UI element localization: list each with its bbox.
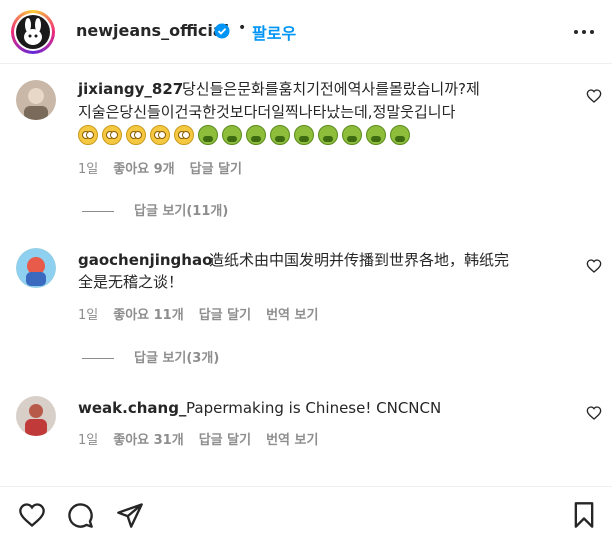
comment-username[interactable]: weak.chang_: [78, 399, 186, 417]
heart-icon[interactable]: [586, 88, 602, 104]
avatar-border: [14, 13, 52, 51]
comment-text: Papermaking is Chinese! CNCNCN: [186, 399, 442, 417]
comment-meta: 1일 좋아요 11개 답글 달기 번역 보기: [78, 304, 318, 323]
nauseated-face-icon: [222, 124, 242, 145]
comment-time[interactable]: 1일: [78, 304, 98, 323]
like-heart-icon[interactable]: [18, 501, 46, 529]
face-with-rolling-eyes-icon: [78, 124, 98, 145]
comment-time[interactable]: 1일: [78, 158, 98, 177]
heart-icon[interactable]: [586, 405, 602, 421]
nauseated-face-icon: [270, 124, 290, 145]
profile-username[interactable]: newjeans_official: [76, 21, 229, 40]
translate-button[interactable]: 번역 보기: [266, 429, 318, 448]
translate-button[interactable]: 번역 보기: [266, 304, 318, 323]
avatar-image: [16, 248, 56, 288]
comment-time[interactable]: 1일: [78, 429, 98, 448]
comment-username[interactable]: jixiangy_827: [78, 80, 183, 98]
bunny-logo-icon: [24, 18, 42, 45]
post-header: newjeans_official • 팔로우: [0, 0, 612, 64]
comment-text-line2: 지술은당신들이건국한것보다더일찍나타났는데,정말웃깁니다: [78, 103, 456, 121]
comment-avatar[interactable]: [16, 80, 56, 120]
face-with-rolling-eyes-icon: [126, 124, 146, 145]
bookmark-icon[interactable]: [570, 501, 598, 529]
avatar-image: [16, 15, 50, 49]
comment-likes[interactable]: 좋아요 11개: [113, 304, 183, 323]
view-replies-button[interactable]: 답글 보기(3개): [82, 347, 219, 366]
comment-text-line2: 全是无稽之谈！: [78, 273, 184, 291]
profile-avatar[interactable]: [11, 10, 55, 54]
comment-meta: 1일 좋아요 31개 답글 달기 번역 보기: [78, 429, 318, 448]
view-replies-button[interactable]: 답글 보기(11개): [82, 200, 228, 219]
follow-button[interactable]: 팔로우: [252, 20, 296, 44]
comment-avatar[interactable]: [16, 248, 56, 288]
verified-badge-icon: [214, 23, 230, 39]
comment-avatar[interactable]: [16, 396, 56, 436]
face-with-rolling-eyes-icon: [102, 124, 122, 145]
nauseated-face-icon: [246, 124, 266, 145]
reply-button[interactable]: 답글 달기: [199, 304, 251, 323]
post-action-bar: [0, 486, 612, 544]
reply-button[interactable]: 답글 달기: [190, 158, 242, 177]
nauseated-face-icon: [366, 124, 386, 145]
nauseated-face-icon: [198, 124, 218, 145]
nauseated-face-icon: [318, 124, 338, 145]
nauseated-face-icon: [294, 124, 314, 145]
comment-text-line1: 당신들은문화를훔치기전에역사를몰랐습니까?제: [182, 80, 480, 98]
comment-meta: 1일 좋아요 9개 답글 달기: [78, 158, 242, 177]
comment-text-line1: 造纸术由中国发明并传播到世界各地，韩纸完: [209, 251, 510, 269]
avatar-image: [25, 404, 47, 436]
comment-likes[interactable]: 좋아요 31개: [113, 429, 183, 448]
heart-icon[interactable]: [586, 258, 602, 274]
comment-icon[interactable]: [66, 501, 94, 529]
avatar-image: [24, 88, 48, 120]
face-with-rolling-eyes-icon: [174, 124, 194, 145]
comment-username[interactable]: gaochenjinghao: [78, 251, 212, 269]
nauseated-face-icon: [342, 124, 362, 145]
comment-likes[interactable]: 좋아요 9개: [113, 158, 174, 177]
reply-button[interactable]: 답글 달기: [199, 429, 251, 448]
more-options-icon[interactable]: [572, 22, 596, 42]
separator-dot: •: [238, 20, 247, 36]
emoji-row: [78, 124, 414, 145]
face-with-rolling-eyes-icon: [150, 124, 170, 145]
share-icon[interactable]: [116, 501, 144, 529]
nauseated-face-icon: [390, 124, 410, 145]
